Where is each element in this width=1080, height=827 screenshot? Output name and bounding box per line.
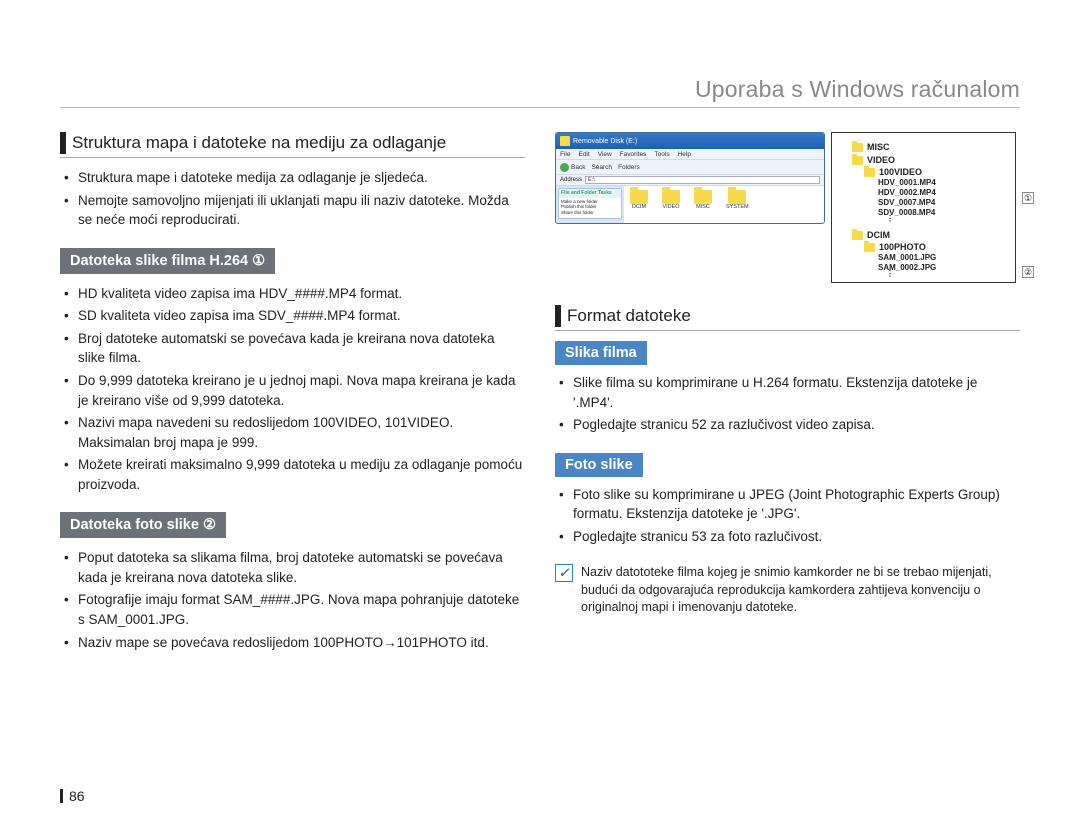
menu-item[interactable]: File (560, 151, 570, 158)
folder-icon (852, 231, 863, 240)
task-header: File and Folder Tasks (559, 189, 621, 198)
folders-button[interactable]: Folders (618, 164, 640, 171)
tree-file: SDV_0007.MP4 (878, 198, 1009, 207)
tree-label: MISC (867, 142, 890, 152)
folder-item[interactable]: SYSTEM (726, 190, 749, 210)
search-button[interactable]: Search (591, 164, 612, 171)
section-heading-text: Struktura mapa i datoteke na mediju za o… (72, 133, 446, 153)
bullet-item: Do 9,999 datoteka kreirano je u jednoj m… (60, 371, 525, 410)
tree-label: 100PHOTO (879, 242, 926, 252)
structure-bullet-list: Struktura mape i datoteke medija za odla… (60, 168, 525, 230)
tree-label: DCIM (867, 230, 890, 240)
menu-item[interactable]: Edit (578, 151, 589, 158)
tree-file: SAM_0002.JPG (878, 263, 1009, 272)
tree-label: VIDEO (867, 155, 895, 165)
photo-bullet-list: Poput datoteka sa slikama filma, broj da… (60, 548, 525, 652)
menu-item[interactable]: Tools (654, 151, 669, 158)
page-number: 86 (60, 789, 85, 803)
explorer-menubar: File Edit View Favorites Tools Help (556, 149, 824, 160)
tree-file: HDV_0002.MP4 (878, 188, 1009, 197)
subsection-photo: Datoteka foto slike ② (60, 512, 226, 538)
bullet-item: Foto slike su komprimirane u JPEG (Joint… (555, 485, 1020, 524)
callout-1: ① (1022, 192, 1034, 204)
address-field[interactable]: E:\ (585, 176, 820, 184)
tree-file: HDV_0001.MP4 (878, 178, 1009, 187)
section-heading-text: Format datoteke (567, 306, 691, 326)
folder-icon (662, 190, 680, 204)
screenshot-area: Removable Disk (E:) File Edit View Favor… (555, 132, 1020, 283)
explorer-titlebar: Removable Disk (E:) (556, 133, 824, 149)
folder-icon (864, 168, 875, 177)
explorer-title-text: Removable Disk (E:) (573, 138, 637, 145)
menu-item[interactable]: View (598, 151, 612, 158)
folder-icon (728, 190, 746, 204)
subsection-h264: Datoteka slike filma H.264 ① (60, 248, 275, 274)
bullet-item: Struktura mape i datoteke medija za odla… (60, 168, 525, 188)
folder-item[interactable]: MISC (694, 190, 712, 210)
subsection-foto: Foto slike (555, 453, 643, 477)
bullet-item: Poput datoteka sa slikama filma, broj da… (60, 548, 525, 587)
film-bullet-list: Slike filma su komprimirane u H.264 form… (555, 373, 1020, 435)
address-label: Address (560, 177, 582, 183)
bullet-item: SD kvaliteta video zapisa ima SDV_####.M… (60, 306, 525, 326)
tree-file: SAM_0001.JPG (878, 253, 1009, 262)
folder-area: DCIM VIDEO MISC SYSTEM (624, 186, 824, 224)
tree-label: 100VIDEO (879, 167, 922, 177)
menu-item[interactable]: Help (678, 151, 691, 158)
bullet-item: Nazivi mapa navedeni su redoslijedom 100… (60, 413, 525, 452)
menu-item[interactable]: Favorites (620, 151, 647, 158)
address-bar: Address E:\ (556, 175, 824, 186)
folder-icon (694, 190, 712, 204)
task-box: File and Folder Tasks Make a new folder … (558, 188, 622, 219)
note-text: Naziv datototeke filma kojeg je snimio k… (581, 564, 1020, 617)
note-icon: ✓ (555, 564, 573, 582)
drive-icon (560, 136, 570, 146)
left-column: Struktura mapa i datoteke na mediju za o… (60, 132, 525, 670)
back-button[interactable]: Back (560, 163, 585, 172)
subsection-film: Slika filma (555, 341, 647, 365)
bullet-item: Broj datoteke automatski se povećava kad… (60, 329, 525, 368)
tree-dots: ⋮ (886, 272, 1009, 276)
bullet-item: Pogledajte stranicu 53 za foto razlučivo… (555, 527, 1020, 547)
h264-bullet-list: HD kvaliteta video zapisa ima HDV_####.M… (60, 284, 525, 495)
bullet-item: Slike filma su komprimirane u H.264 form… (555, 373, 1020, 412)
explorer-toolbar: Back Search Folders (556, 160, 824, 175)
folder-icon (864, 243, 875, 252)
folder-icon (852, 143, 863, 152)
right-column: Removable Disk (E:) File Edit View Favor… (555, 132, 1020, 670)
bullet-item: Možete kreirati maksimalno 9,999 datotek… (60, 455, 525, 494)
note-box: ✓ Naziv datototeke filma kojeg je snimio… (555, 564, 1020, 617)
folder-tree-diagram: MISC VIDEO 100VIDEO HDV_0001.MP4 HDV_000… (831, 132, 1016, 283)
bullet-item: Pogledajte stranicu 52 za razlučivost vi… (555, 415, 1020, 435)
foto-bullet-list: Foto slike su komprimirane u JPEG (Joint… (555, 485, 1020, 547)
folder-item[interactable]: DCIM (630, 190, 648, 210)
explorer-window: Removable Disk (E:) File Edit View Favor… (555, 132, 825, 224)
bullet-item: Naziv mape se povećava redoslijedom 100P… (60, 633, 525, 653)
bullet-item: HD kvaliteta video zapisa ima HDV_####.M… (60, 284, 525, 304)
section-heading-format: Format datoteke (555, 305, 1020, 331)
folder-icon (630, 190, 648, 204)
task-panel: File and Folder Tasks Make a new folder … (556, 186, 624, 224)
tree-file: SDV_0008.MP4 (878, 208, 1009, 217)
callout-2: ② (1022, 266, 1034, 278)
task-item[interactable]: Share this folder (561, 210, 619, 216)
section-heading-structure: Struktura mapa i datoteke na mediju za o… (60, 132, 525, 158)
folder-item[interactable]: VIDEO (662, 190, 680, 210)
bullet-item: Fotografije imaju format SAM_####.JPG. N… (60, 590, 525, 629)
bullet-item: Nemojte samovoljno mijenjati ili uklanja… (60, 191, 525, 230)
chapter-title: Uporaba s Windows računalom (60, 0, 1020, 108)
folder-icon (852, 156, 863, 165)
